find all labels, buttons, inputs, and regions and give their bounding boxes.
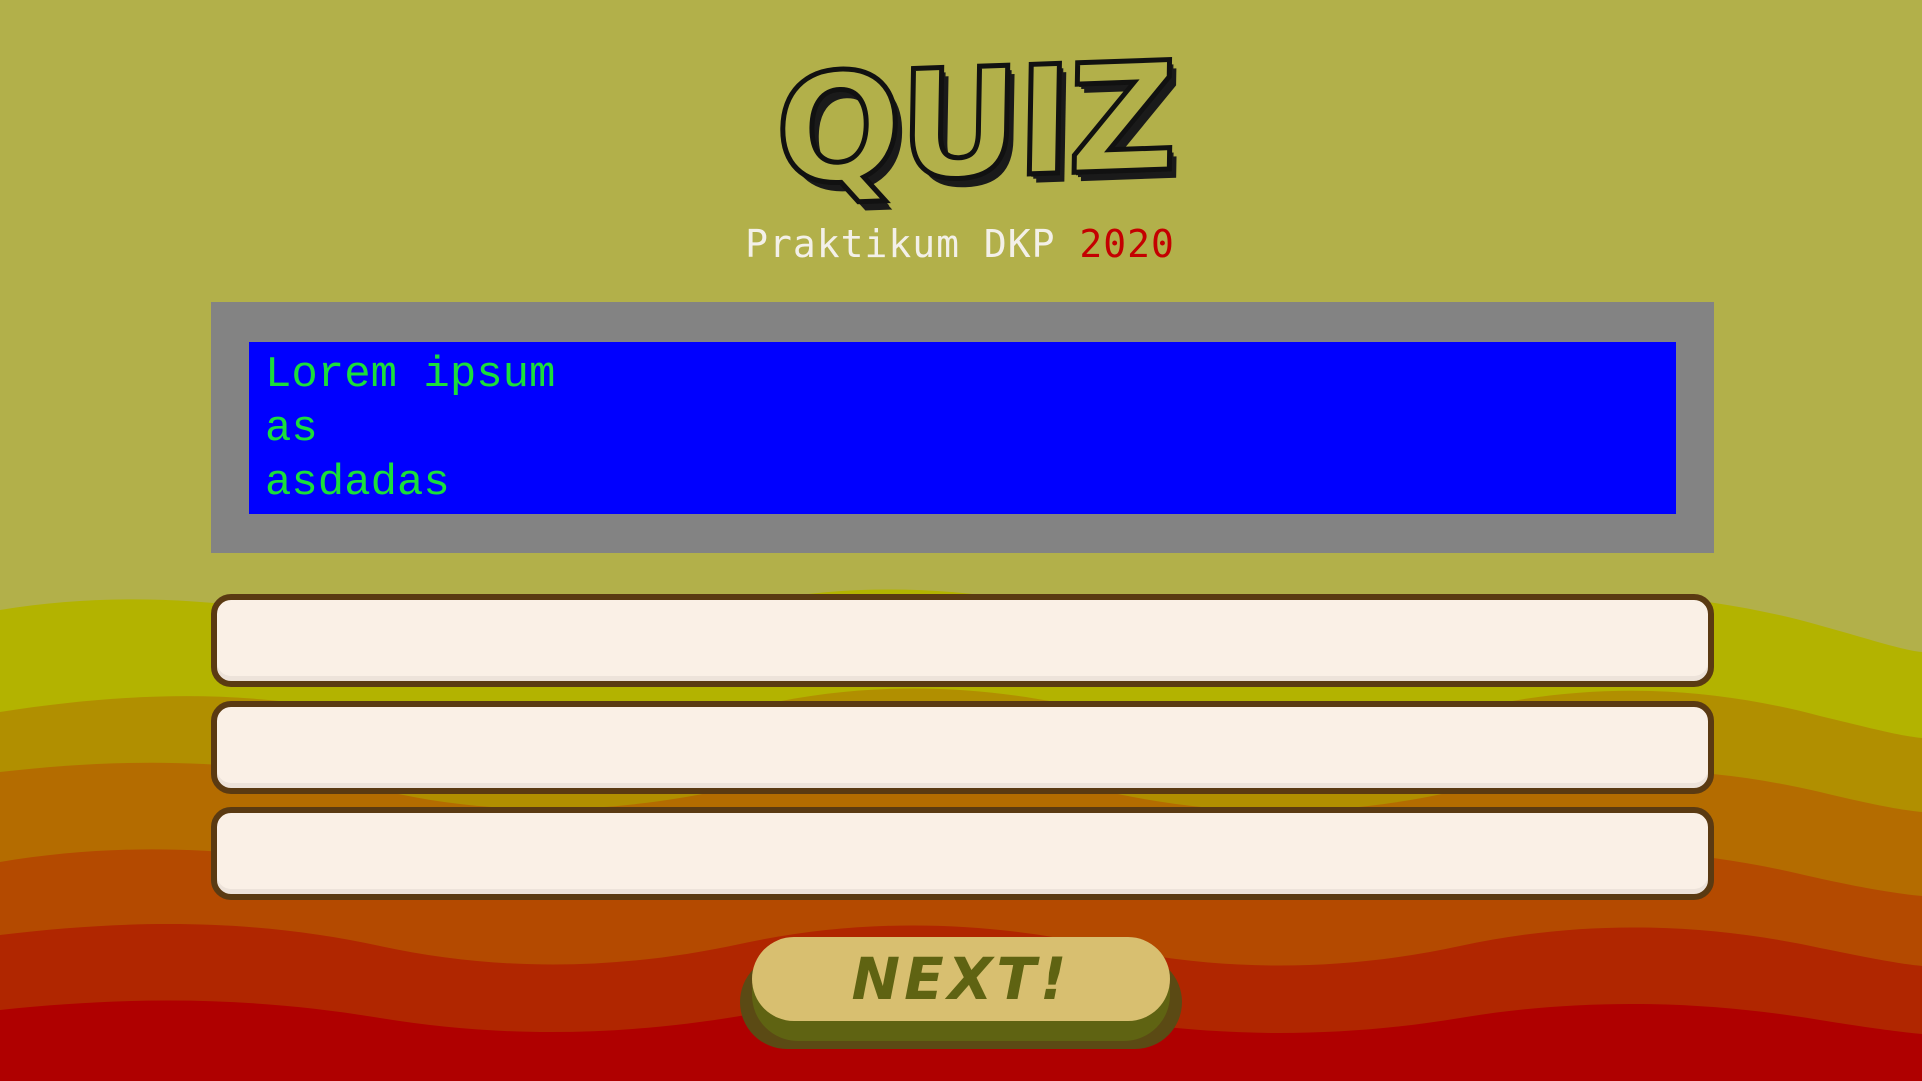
- question-line-2: as: [265, 404, 318, 454]
- question-line-3: asdadas: [265, 458, 450, 508]
- answer-field-2[interactable]: [211, 701, 1714, 794]
- subtitle-course: Praktikum DKP: [745, 222, 1056, 266]
- next-button[interactable]: NEXT!: [740, 937, 1182, 1049]
- subtitle-year: 2020: [1079, 222, 1175, 266]
- quiz-logo: QUIZ: [771, 28, 1177, 221]
- answer-field-3[interactable]: [211, 807, 1714, 900]
- question-line-1: Lorem ipsum: [265, 350, 556, 400]
- quiz-logo-text: QUIZ: [771, 28, 1177, 221]
- next-button-face[interactable]: NEXT!: [752, 937, 1170, 1021]
- question-text-box: Lorem ipsum as asdadas: [249, 342, 1676, 514]
- quiz-screen: QUIZ Praktikum DKP 2020 Lorem ipsum as a…: [0, 0, 1922, 1081]
- subtitle: Praktikum DKP 2020: [700, 222, 1220, 266]
- answer-field-1[interactable]: [211, 594, 1714, 687]
- next-button-label: NEXT!: [851, 945, 1071, 1013]
- question-panel: Lorem ipsum as asdadas: [211, 302, 1714, 553]
